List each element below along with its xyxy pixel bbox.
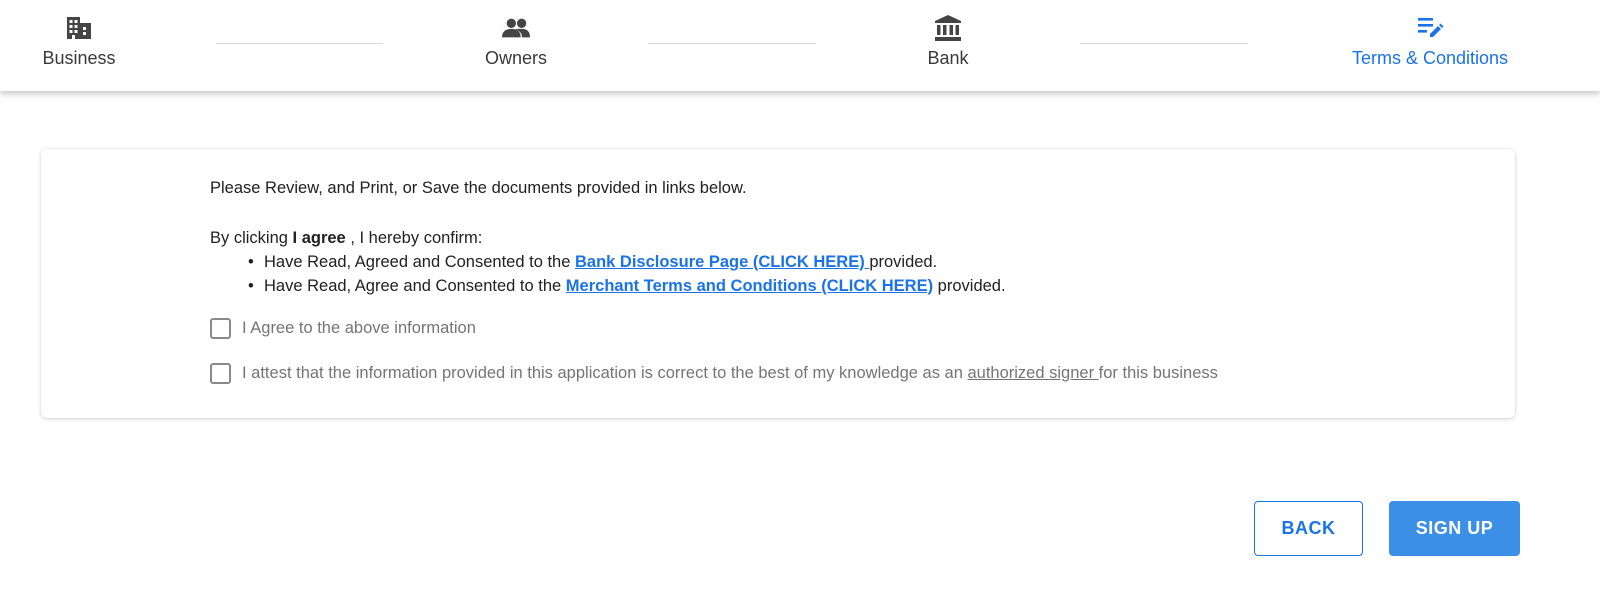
- confirm-statement: By clicking I agree , I hereby confirm:: [210, 226, 1490, 250]
- attest-prefix: I attest that the information provided i…: [242, 364, 968, 382]
- attest-checkbox-row[interactable]: I attest that the information provided i…: [210, 363, 1218, 384]
- step-connector: [648, 43, 816, 44]
- item-suffix: provided.: [933, 277, 1006, 295]
- step-label: Terms & Conditions: [1351, 48, 1509, 68]
- list-item: Have Read, Agreed and Consented to the B…: [248, 250, 1490, 274]
- list-item: Have Read, Agree and Consented to the Me…: [248, 274, 1490, 298]
- step-connector: [216, 43, 383, 44]
- confirm-suffix: , I hereby confirm:: [345, 229, 483, 247]
- item-prefix: Have Read, Agreed and Consented to the: [264, 253, 575, 271]
- step-connector: [1080, 43, 1248, 44]
- confirm-prefix: By clicking: [210, 229, 293, 247]
- step-label: Owners: [484, 48, 547, 68]
- step-business[interactable]: Business: [41, 14, 117, 69]
- building-icon: [65, 14, 93, 42]
- agree-checkbox[interactable]: [210, 318, 231, 339]
- merchant-terms-link[interactable]: Merchant Terms and Conditions (CLICK HER…: [566, 277, 933, 295]
- item-suffix: provided.: [869, 253, 938, 271]
- authorized-signer-link[interactable]: authorized signer: [967, 364, 1098, 382]
- step-terms-conditions[interactable]: Terms & Conditions: [1340, 14, 1520, 69]
- attest-checkbox[interactable]: [210, 363, 231, 384]
- bank-icon: [934, 14, 962, 42]
- step-bank[interactable]: Bank: [920, 14, 976, 69]
- attest-checkbox-label: I attest that the information provided i…: [242, 364, 1218, 383]
- edit-list-icon: [1416, 14, 1444, 42]
- step-owners[interactable]: Owners: [480, 14, 552, 69]
- progress-stepper: Business Owners Bank Terms & Conditions: [0, 0, 1600, 91]
- back-button[interactable]: BACK: [1254, 501, 1363, 556]
- sign-up-button[interactable]: SIGN UP: [1389, 501, 1520, 556]
- terms-content: Please Review, and Print, or Save the do…: [210, 176, 1490, 298]
- terms-card: Please Review, and Print, or Save the do…: [41, 149, 1515, 418]
- step-label: Bank: [927, 48, 969, 68]
- agree-checkbox-row[interactable]: I Agree to the above information: [210, 318, 476, 339]
- confirm-bold: I agree: [292, 229, 346, 247]
- agreement-list: Have Read, Agreed and Consented to the B…: [248, 250, 1490, 298]
- item-prefix: Have Read, Agree and Consented to the: [264, 277, 566, 295]
- agree-checkbox-label: I Agree to the above information: [242, 319, 476, 337]
- intro-text: Please Review, and Print, or Save the do…: [210, 179, 747, 197]
- attest-suffix: for this business: [1098, 364, 1218, 382]
- bank-disclosure-link[interactable]: Bank Disclosure Page (CLICK HERE): [575, 253, 869, 271]
- people-icon: [502, 14, 530, 42]
- step-label: Business: [42, 48, 116, 68]
